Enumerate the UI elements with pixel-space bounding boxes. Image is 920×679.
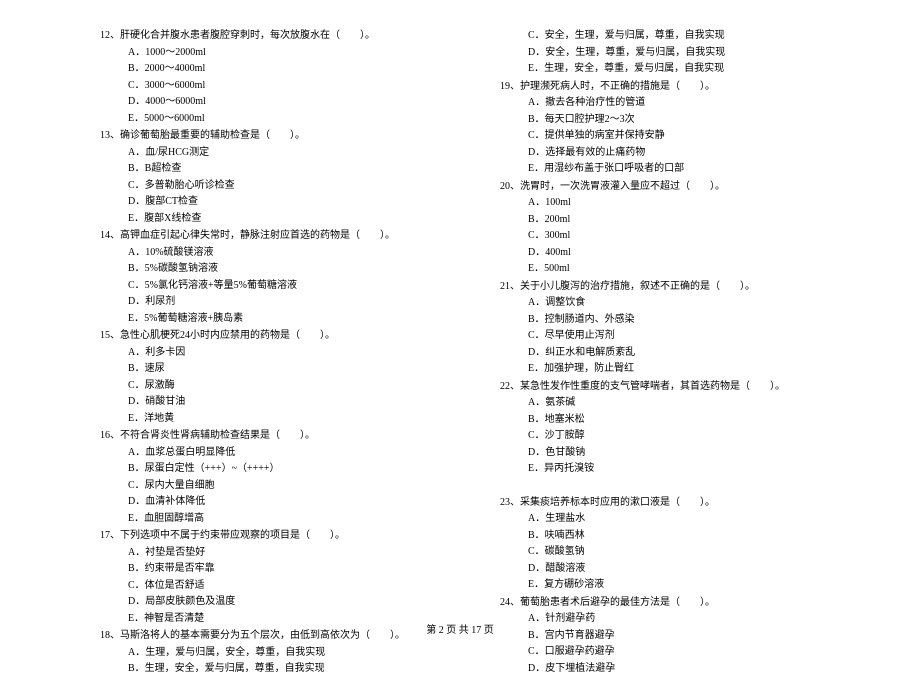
q16-opt-b: B．尿蛋白定性（+++）~（++++） [100, 461, 460, 478]
q15-opt-e: E．洋地黄 [100, 411, 460, 428]
q12-opt-a: A．1000～2000ml [100, 45, 460, 62]
question-22: 22、某急性发作性重度的支气管哮喘者，其首选药物是（ ）。 A．氨茶碱 B．地塞… [500, 379, 860, 478]
q24-opt-d: D．皮下埋植法避孕 [500, 661, 860, 678]
q22-opt-e: E．异丙托溴铵 [500, 461, 860, 478]
question-13: 13、确诊葡萄胎最重要的辅助检查是（ ）。 A．血/尿HCG测定 B．B超检查 … [100, 128, 460, 227]
blank-line [500, 479, 860, 495]
q21-opt-a: A．调整饮食 [500, 295, 860, 312]
q14-opt-d: D．利尿剂 [100, 294, 460, 311]
q18-opt-c: C．安全，生理，爱与归属，尊重，自我实现 [500, 28, 860, 45]
q16-opt-d: D．血清补体降低 [100, 494, 460, 511]
q17-opt-c: C．体位是否舒适 [100, 578, 460, 595]
q22-opt-d: D．色甘酸钠 [500, 445, 860, 462]
q16-opt-c: C．尿内大量自细胞 [100, 478, 460, 495]
q17-opt-a: A．衬垫是否垫好 [100, 545, 460, 562]
q12-opt-b: B．2000～4000ml [100, 61, 460, 78]
q12-opt-c: C．3000～6000ml [100, 78, 460, 95]
question-14: 14、高钾血症引起心律失常时，静脉注射应首选的药物是（ ）。 A．10%硫酸镁溶… [100, 228, 460, 327]
q18-opt-a: A．生理，爱与归属，安全，尊重，自我实现 [100, 645, 460, 662]
q15-opt-a: A．利多卡因 [100, 345, 460, 362]
question-23: 23、采集痰培养标本时应用的漱口液是（ ）。 A．生理盐水 B．呋喃西林 C．碳… [500, 495, 860, 594]
q14-opt-b: B．5%碳酸氢钠溶液 [100, 261, 460, 278]
q16-opt-a: A．血浆总蛋白明显降低 [100, 445, 460, 462]
q21-opt-c: C．尽早使用止泻剂 [500, 328, 860, 345]
question-12: 12、肝硬化合并腹水患者腹腔穿刺时，每次放腹水在（ ）。 A．1000～2000… [100, 28, 460, 127]
q15-stem: 15、急性心肌梗死24小时内应禁用的药物是（ ）。 [100, 328, 460, 345]
q14-stem: 14、高钾血症引起心律失常时，静脉注射应首选的药物是（ ）。 [100, 228, 460, 245]
q20-opt-d: D．400ml [500, 245, 860, 262]
q15-opt-b: B．速尿 [100, 361, 460, 378]
q23-opt-e: E．复方硼砂溶液 [500, 577, 860, 594]
q16-stem: 16、不符合肾炎性肾病辅助检查结果是（ ）。 [100, 428, 460, 445]
q16-opt-e: E．血胆固醇增高 [100, 511, 460, 528]
question-21: 21、关于小儿腹泻的治疗措施，叙述不正确的是（ ）。 A．调整饮食 B．控制肠道… [500, 279, 860, 378]
q19-opt-c: C．提供单独的病室并保持安静 [500, 128, 860, 145]
q20-opt-a: A．100ml [500, 195, 860, 212]
q15-opt-c: C．尿激酶 [100, 378, 460, 395]
q21-stem: 21、关于小儿腹泻的治疗措施，叙述不正确的是（ ）。 [500, 279, 860, 296]
q14-opt-a: A．10%硫酸镁溶液 [100, 245, 460, 262]
q20-opt-b: B．200ml [500, 212, 860, 229]
q19-opt-a: A．撤去各种治疗性的管道 [500, 95, 860, 112]
q23-opt-a: A．生理盐水 [500, 511, 860, 528]
q24-opt-c: C．口服避孕药避孕 [500, 644, 860, 661]
q13-opt-c: C．多普勒胎心听诊检查 [100, 178, 460, 195]
q22-opt-c: C．沙丁胺醇 [500, 428, 860, 445]
q23-opt-b: B．呋喃西林 [500, 528, 860, 545]
question-19: 19、护理濒死病人时，不正确的措施是（ ）。 A．撤去各种治疗性的管道 B．每天… [500, 79, 860, 178]
right-column: C．安全，生理，爱与归属，尊重，自我实现 D．安全，生理，尊重，爱与归属，自我实… [490, 28, 860, 679]
q21-opt-b: B．控制肠道内、外感染 [500, 312, 860, 329]
q23-stem: 23、采集痰培养标本时应用的漱口液是（ ）。 [500, 495, 860, 512]
q13-opt-e: E．腹部X线检查 [100, 211, 460, 228]
question-20: 20、洗胃时，一次洗胃液灌入量应不超过（ ）。 A．100ml B．200ml … [500, 179, 860, 278]
q19-opt-e: E．用湿纱布盖于张口呼吸者的口部 [500, 161, 860, 178]
q17-opt-d: D．局部皮肤颜色及温度 [100, 594, 460, 611]
q22-opt-a: A．氨茶碱 [500, 395, 860, 412]
q15-opt-d: D．硝酸甘油 [100, 394, 460, 411]
q12-stem: 12、肝硬化合并腹水患者腹腔穿刺时，每次放腹水在（ ）。 [100, 28, 460, 45]
q23-opt-d: D．醋酸溶液 [500, 561, 860, 578]
q14-opt-c: C．5%氯化钙溶液+等量5%葡萄糖溶液 [100, 278, 460, 295]
question-15: 15、急性心肌梗死24小时内应禁用的药物是（ ）。 A．利多卡因 B．速尿 C．… [100, 328, 460, 427]
q22-opt-b: B．地塞米松 [500, 412, 860, 429]
q19-opt-d: D．选择最有效的止痛药物 [500, 145, 860, 162]
q21-opt-d: D．纠正水和电解质紊乱 [500, 345, 860, 362]
q18-opt-b: B．生理，安全，爱与归属，尊重，自我实现 [100, 661, 460, 678]
q23-opt-c: C．碳酸氢钠 [500, 544, 860, 561]
page-body: 12、肝硬化合并腹水患者腹腔穿刺时，每次放腹水在（ ）。 A．1000～2000… [0, 0, 920, 679]
question-17: 17、下列选项中不属于约束带应观察的项目是（ ）。 A．衬垫是否垫好 B．约束带… [100, 528, 460, 627]
left-column: 12、肝硬化合并腹水患者腹腔穿刺时，每次放腹水在（ ）。 A．1000～2000… [100, 28, 490, 679]
q22-stem: 22、某急性发作性重度的支气管哮喘者，其首选药物是（ ）。 [500, 379, 860, 396]
q17-opt-b: B．约束带是否牢靠 [100, 561, 460, 578]
q18-opt-d: D．安全，生理，尊重，爱与归属，自我实现 [500, 45, 860, 62]
q13-opt-d: D．腹部CT检查 [100, 194, 460, 211]
q18-opt-e: E．生理，安全，尊重，爱与归属，自我实现 [500, 61, 860, 78]
q14-opt-e: E．5%葡萄糖溶液+胰岛素 [100, 311, 460, 328]
page-footer: 第 2 页 共 17 页 [0, 621, 920, 636]
q12-opt-d: D．4000～6000ml [100, 94, 460, 111]
q20-opt-c: C．300ml [500, 228, 860, 245]
q19-stem: 19、护理濒死病人时，不正确的措施是（ ）。 [500, 79, 860, 96]
q12-opt-e: E．5000～6000ml [100, 111, 460, 128]
q13-stem: 13、确诊葡萄胎最重要的辅助检查是（ ）。 [100, 128, 460, 145]
q17-stem: 17、下列选项中不属于约束带应观察的项目是（ ）。 [100, 528, 460, 545]
q19-opt-b: B．每天口腔护理2～3次 [500, 112, 860, 129]
q21-opt-e: E．加强护理，防止臀红 [500, 361, 860, 378]
q20-opt-e: E．500ml [500, 261, 860, 278]
question-16: 16、不符合肾炎性肾病辅助检查结果是（ ）。 A．血浆总蛋白明显降低 B．尿蛋白… [100, 428, 460, 527]
q24-stem: 24、葡萄胎患者术后避孕的最佳方法是（ ）。 [500, 595, 860, 612]
question-18-right: C．安全，生理，爱与归属，尊重，自我实现 D．安全，生理，尊重，爱与归属，自我实… [500, 28, 860, 78]
q13-opt-b: B．B超检查 [100, 161, 460, 178]
q20-stem: 20、洗胃时，一次洗胃液灌入量应不超过（ ）。 [500, 179, 860, 196]
q13-opt-a: A．血/尿HCG测定 [100, 145, 460, 162]
